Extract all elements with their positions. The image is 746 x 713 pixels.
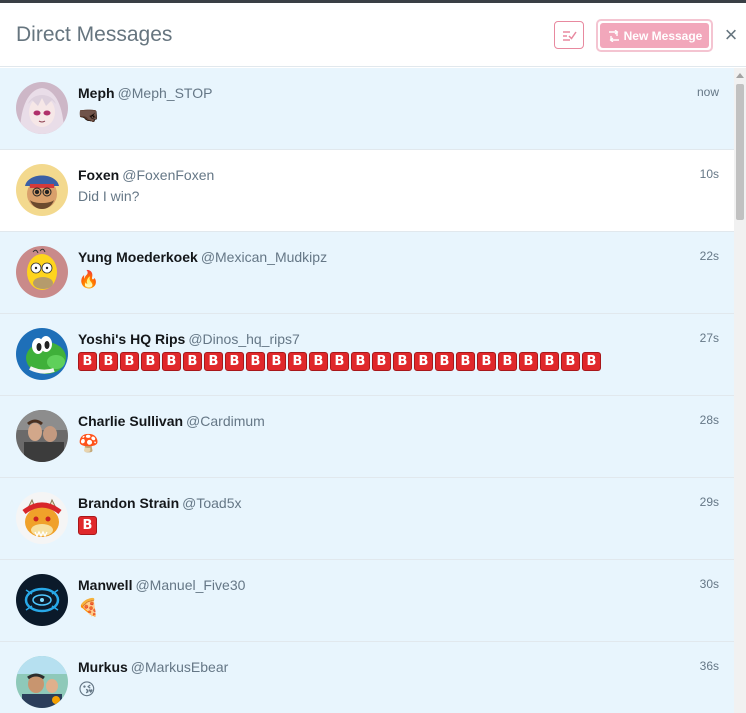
b-emoji: B — [393, 352, 412, 371]
b-emoji: B — [414, 352, 433, 371]
b-emoji: B — [582, 352, 601, 371]
conversation-row[interactable]: Yung Moederkoek @Mexican_Mudkipz 22s 🔥 — [0, 232, 734, 314]
dm-header: Direct Messages New Message × — [0, 3, 746, 67]
yoshi-avatar-icon — [16, 328, 68, 380]
message-time: 27s — [699, 331, 719, 345]
sender-handle: @Manuel_Five30 — [135, 577, 246, 593]
b-emoji: B — [267, 352, 286, 371]
sender-name: Murkus — [78, 659, 128, 675]
b-emoji: B — [183, 352, 202, 371]
message-preview: 🍄 — [78, 434, 100, 453]
scrollbar-thumb[interactable] — [736, 84, 744, 220]
scroll-up-arrow[interactable] — [734, 68, 746, 82]
conversation-row[interactable]: Manwell @Manuel_Five30 30s 🍕 — [0, 560, 734, 642]
sender-handle: @MarkusEbear — [130, 659, 229, 675]
cartoon-man-avatar-icon — [16, 164, 68, 216]
bowser-avatar-icon — [16, 492, 68, 544]
message-time: 36s — [699, 659, 719, 673]
message-preview: 😘 — [78, 680, 96, 699]
sender-handle: @Mexican_Mudkipz — [200, 249, 328, 265]
sender-name: Brandon Strain — [78, 495, 180, 511]
new-message-icon — [608, 29, 619, 42]
avatar[interactable] — [16, 492, 68, 544]
sender-handle: @Cardimum — [186, 413, 265, 429]
message-time: 22s — [699, 249, 719, 263]
b-emoji: B — [330, 352, 349, 371]
message-preview: 🔥 — [78, 270, 100, 289]
sender-handle: @Dinos_hq_rips7 — [188, 331, 300, 347]
message-time: 28s — [699, 413, 719, 427]
avatar[interactable] — [16, 328, 68, 380]
b-emoji: B — [120, 352, 139, 371]
b-emoji: B — [540, 352, 559, 371]
scrollbar[interactable] — [734, 68, 746, 713]
conversation-row[interactable]: Brandon Strain @Toad5x 29s B — [0, 478, 734, 560]
close-icon: × — [724, 22, 738, 47]
sender-handle: @Meph_STOP — [117, 85, 213, 101]
b-emoji: B — [309, 352, 328, 371]
message-time: 29s — [699, 495, 719, 509]
conversation-list: Meph @Meph_STOP now 🤜🏿 Foxen @FoxenFoxen 1… — [0, 68, 734, 713]
homer-avatar-icon — [16, 246, 68, 298]
b-emoji: B — [78, 352, 97, 371]
new-message-label: New Message — [623, 28, 703, 43]
avatar[interactable] — [16, 164, 68, 216]
conversation-row[interactable]: Yoshi's HQ Rips @Dinos_hq_rips7 27s BBBBB… — [0, 314, 734, 396]
b-emoji: B — [162, 352, 181, 371]
mark-all-read-icon — [563, 31, 577, 41]
b-emoji: B — [561, 352, 580, 371]
message-preview: 🍕 — [78, 598, 100, 617]
message-preview: B — [78, 516, 97, 535]
conversation-row[interactable]: Foxen @FoxenFoxen 10s Did I win? — [0, 150, 734, 232]
b-emoji: B — [288, 352, 307, 371]
b-emoji: B — [246, 352, 265, 371]
sender-name: Manwell — [78, 577, 133, 593]
b-emoji: B — [477, 352, 496, 371]
message-time: now — [696, 85, 719, 99]
message-time: 30s — [699, 577, 719, 591]
avatar[interactable] — [16, 656, 68, 708]
sender-name: Meph — [78, 85, 115, 101]
sender-name: Foxen — [78, 167, 120, 183]
mark-all-read-button[interactable] — [554, 21, 584, 49]
b-emoji: B — [99, 352, 118, 371]
sender-handle: @Toad5x — [182, 495, 242, 511]
avatar[interactable] — [16, 82, 68, 134]
b-emoji: B — [141, 352, 160, 371]
message-preview: BBBBBBBBBBBBBBBBBBBBBBBBB — [78, 352, 601, 371]
b-emoji: B — [78, 516, 97, 535]
new-message-button[interactable]: New Message — [596, 19, 713, 52]
avatar[interactable] — [16, 246, 68, 298]
conversation-row[interactable]: Murkus @MarkusEbear 36s 😘 — [0, 642, 734, 713]
b-emoji: B — [456, 352, 475, 371]
blue-logo-avatar-icon — [16, 574, 68, 626]
sender-name: Yung Moederkoek — [78, 249, 198, 265]
sender-name: Charlie Sullivan — [78, 413, 184, 429]
avatar[interactable] — [16, 410, 68, 462]
photo-avatar-icon — [16, 410, 68, 462]
chevron-up-icon — [736, 73, 744, 78]
message-preview: 🤜🏿 — [78, 106, 100, 125]
sender-handle: @FoxenFoxen — [122, 167, 215, 183]
avatar[interactable] — [16, 574, 68, 626]
page-title: Direct Messages — [16, 23, 173, 46]
conversation-row[interactable]: Meph @Meph_STOP now 🤜🏿 — [0, 68, 734, 150]
close-button[interactable]: × — [722, 23, 740, 47]
b-emoji: B — [519, 352, 538, 371]
conversation-row[interactable]: Charlie Sullivan @Cardimum 28s 🍄 — [0, 396, 734, 478]
b-emoji: B — [225, 352, 244, 371]
sender-name: Yoshi's HQ Rips — [78, 331, 186, 347]
b-emoji: B — [351, 352, 370, 371]
selfie-avatar-icon — [16, 656, 68, 708]
message-time: 10s — [699, 167, 719, 181]
b-emoji: B — [498, 352, 517, 371]
b-emoji: B — [372, 352, 391, 371]
anime-character-avatar-icon — [16, 82, 68, 134]
message-preview: Did I win? — [78, 188, 140, 204]
b-emoji: B — [435, 352, 454, 371]
b-emoji: B — [204, 352, 223, 371]
